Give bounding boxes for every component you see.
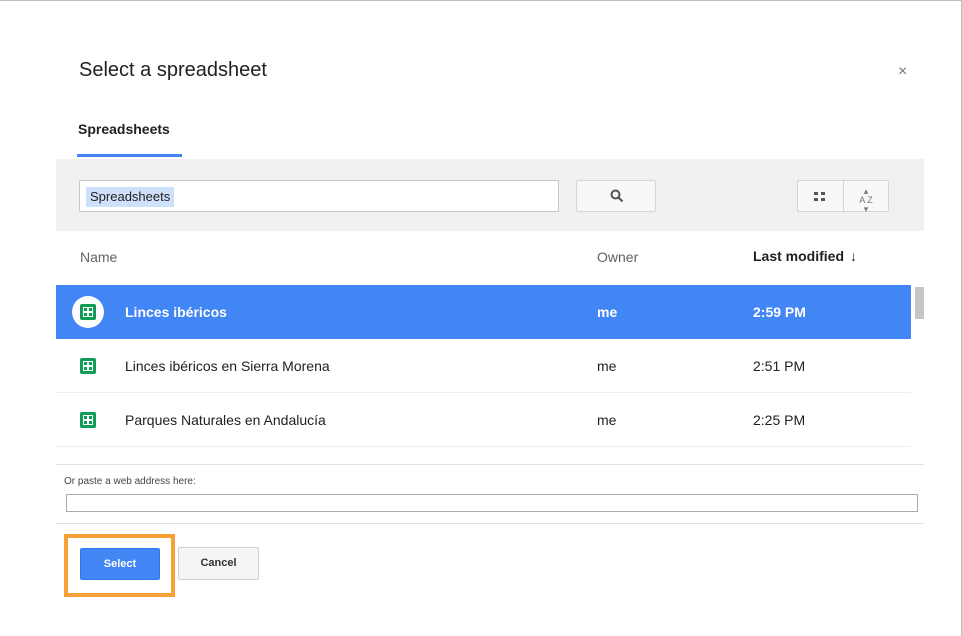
file-owner: me: [597, 304, 618, 320]
sort-arrow-down-icon: ↓: [850, 248, 858, 264]
table-row[interactable]: Linces ibéricos me 2:59 PM: [56, 285, 911, 339]
file-modified: 2:51 PM: [753, 358, 806, 374]
file-owner: me: [597, 412, 617, 428]
column-header-last-modified-label: Last modified: [753, 248, 845, 264]
grid-view-button[interactable]: [797, 180, 843, 212]
sort-az-icon: ▴ A Z ▾: [859, 186, 873, 214]
spreadsheet-icon: [80, 412, 96, 428]
paste-url-label: Or paste a web address here:: [64, 476, 196, 487]
file-name: Parques Naturales en Andalucía: [125, 412, 326, 428]
cancel-button[interactable]: Cancel: [178, 547, 259, 580]
table-row[interactable]: Linces ibéricos en Sierra Morena me 2:51…: [56, 339, 911, 393]
active-tab-indicator: [77, 154, 182, 157]
paste-url-input[interactable]: [66, 494, 918, 512]
file-owner: me: [597, 358, 617, 374]
dialog-title: Select a spreadsheet: [79, 59, 267, 81]
column-header-last-modified[interactable]: Last modified ↓: [753, 248, 857, 264]
file-name: Linces ibéricos en Sierra Morena: [125, 358, 330, 374]
spreadsheet-icon: [80, 358, 96, 374]
search-button[interactable]: [576, 180, 656, 212]
picker-dialog: Select a spreadsheet × Spreadsheets Spre…: [0, 0, 962, 636]
select-button[interactable]: Select: [80, 548, 160, 580]
file-list: Linces ibéricos me 2:59 PM Linces ibéric…: [56, 285, 911, 447]
search-input-value: Spreadsheets: [86, 187, 175, 207]
file-modified: 2:59 PM: [753, 304, 806, 320]
paste-url-section: Or paste a web address here:: [56, 464, 924, 524]
search-input[interactable]: Spreadsheets: [79, 180, 559, 212]
search-icon: [610, 189, 624, 203]
table-row[interactable]: Parques Naturales en Andalucía me 2:25 P…: [56, 393, 911, 447]
toolbar: Spreadsheets ▴ A Z ▾: [56, 159, 924, 231]
list-scrollbar[interactable]: [915, 287, 924, 319]
file-name: Linces ibéricos: [125, 304, 227, 320]
column-header-name[interactable]: Name: [80, 249, 117, 265]
grid-view-icon: [814, 192, 826, 202]
close-icon[interactable]: ×: [898, 63, 907, 81]
tab-bar: Spreadsheets: [56, 113, 924, 159]
column-header-owner[interactable]: Owner: [597, 249, 638, 265]
spreadsheet-icon: [80, 304, 96, 320]
file-modified: 2:25 PM: [753, 412, 806, 428]
tab-spreadsheets[interactable]: Spreadsheets: [78, 121, 170, 137]
list-header: Name Owner Last modified ↓: [56, 231, 924, 285]
sort-button[interactable]: ▴ A Z ▾: [843, 180, 889, 214]
